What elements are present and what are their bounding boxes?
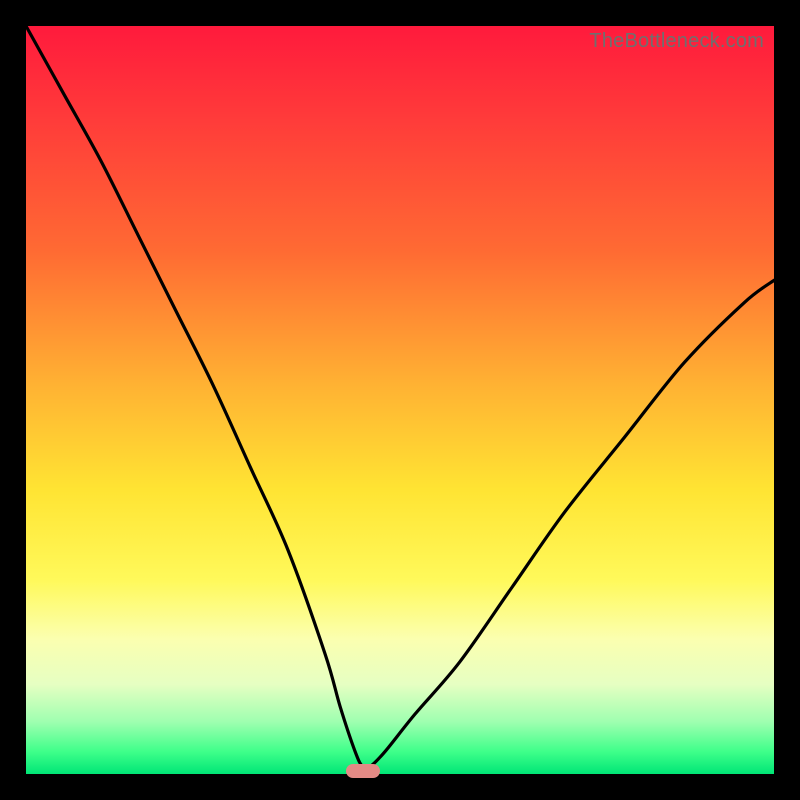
optimal-marker xyxy=(346,764,380,778)
plot-area: TheBottleneck.com xyxy=(26,26,774,774)
bottleneck-curve xyxy=(26,26,774,774)
chart-frame: TheBottleneck.com xyxy=(0,0,800,800)
